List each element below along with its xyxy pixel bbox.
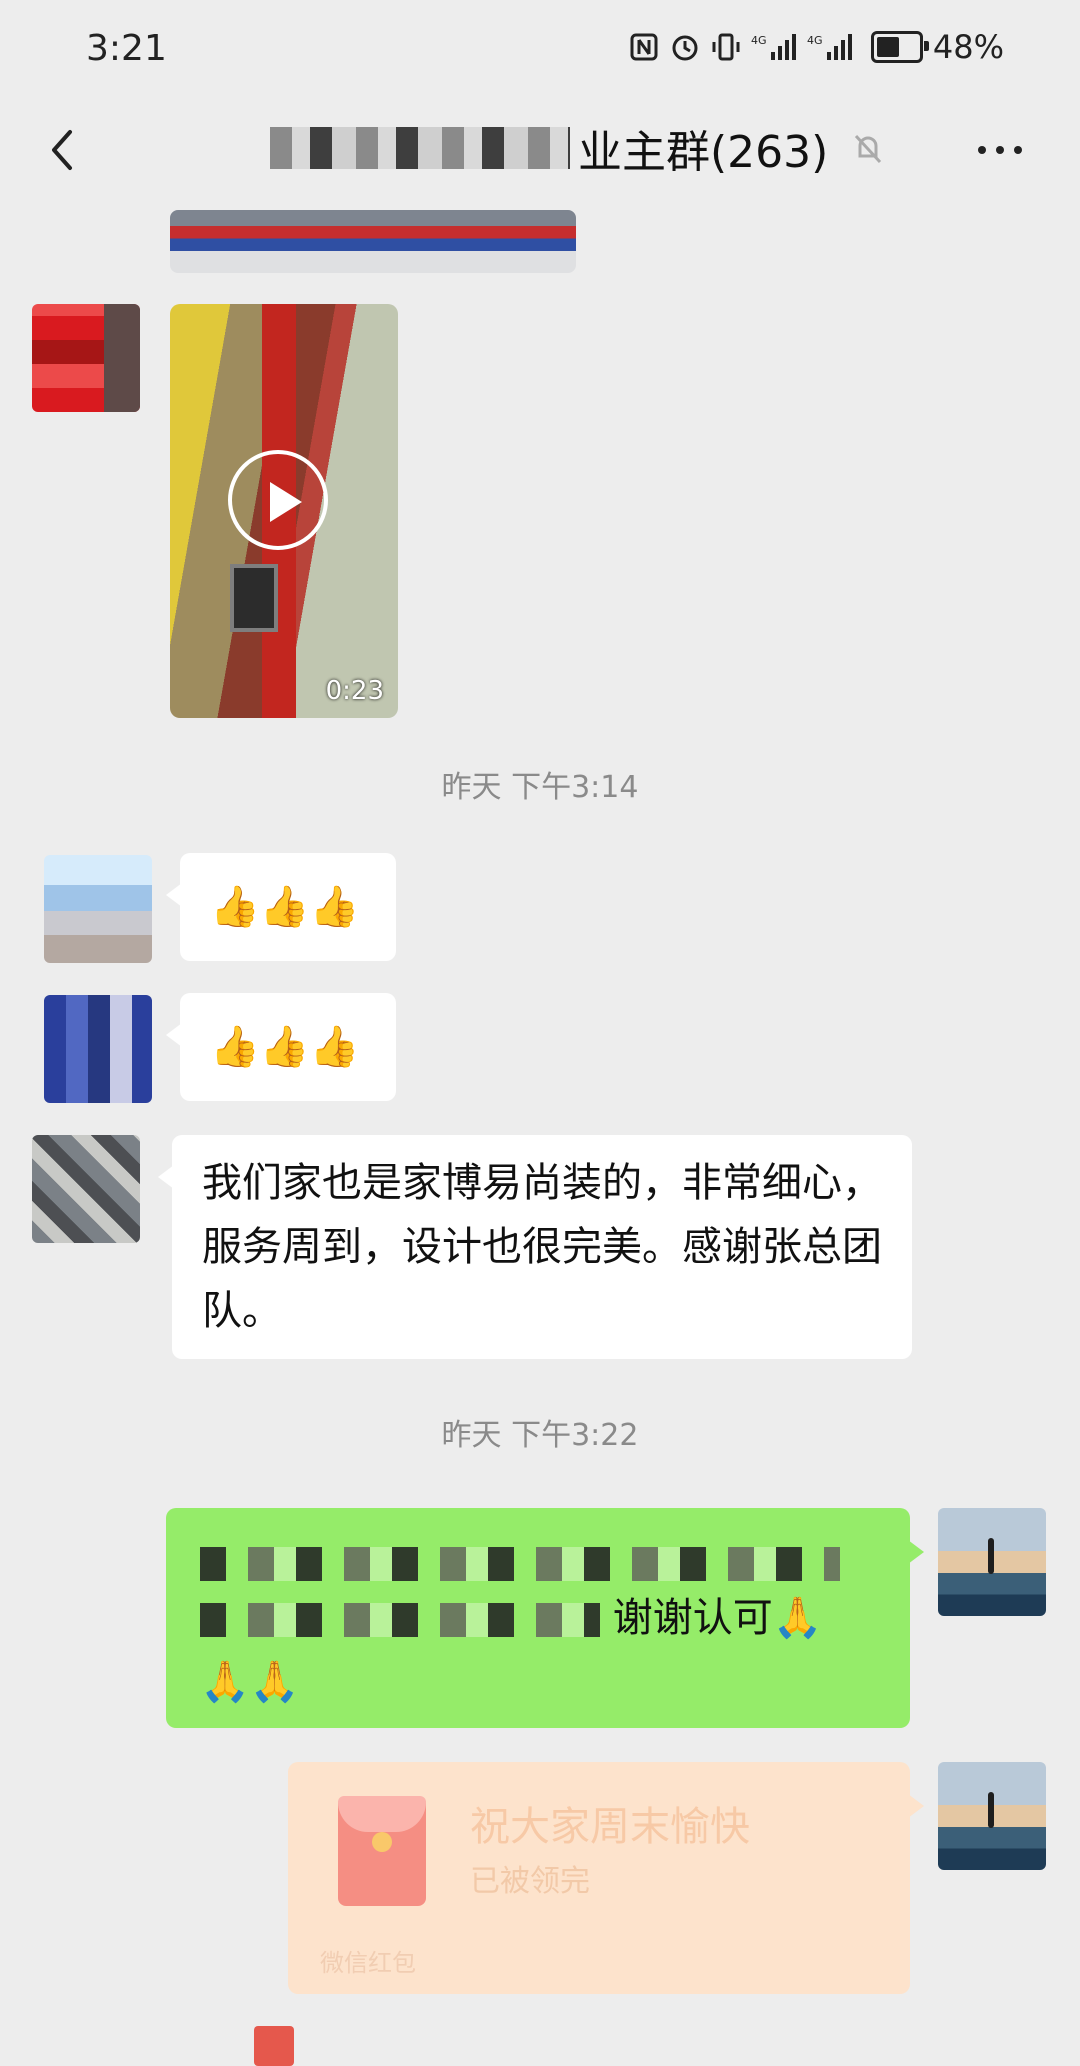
more-icon[interactable] (970, 120, 1030, 180)
avatar[interactable] (44, 855, 152, 963)
timestamp: 昨天 下午3:22 (441, 1418, 639, 1453)
red-packet-footer: 微信红包 (320, 1949, 416, 1977)
my-avatar[interactable] (938, 1762, 1046, 1870)
status-bar: 3:21 4G 4G 48% (0, 0, 1080, 100)
group-title: 业主群(263) (270, 116, 888, 180)
red-packet-title: 祝大家周末愉快 (470, 1804, 750, 1850)
mute-bell-icon (855, 134, 882, 164)
redacted-title (270, 127, 570, 169)
status-time: 3:21 (86, 28, 167, 69)
red-packet-status: 已被领完 (470, 1864, 590, 1899)
red-packet-icon (254, 2026, 294, 2066)
avatar[interactable] (32, 1135, 140, 1243)
message-text: 🙏🙏 (200, 1659, 300, 1705)
red-packet-message[interactable]: 祝大家周末愉快 已被领完 微信红包 (288, 1762, 924, 1994)
my-avatar[interactable] (938, 1508, 1046, 1616)
redacted-line (200, 1547, 840, 1581)
svg-text:4G: 4G (751, 34, 767, 47)
message-bubble[interactable]: 👍👍👍 (166, 853, 396, 961)
message-bubble[interactable]: 我们家也是家博易尚装的，非常细心，服务周到，设计也很完美。感谢张总团队。 (158, 1135, 912, 1359)
video-thumbnail-partial[interactable] (170, 210, 576, 273)
signal-icon: 4G (807, 34, 852, 60)
group-title-text: 业主群(263) (578, 127, 829, 178)
timestamp: 昨天 下午3:14 (441, 770, 639, 805)
battery-icon (870, 31, 929, 63)
avatar[interactable] (44, 995, 152, 1103)
svg-text:4G: 4G (807, 34, 823, 47)
my-message-bubble[interactable]: 谢谢认可🙏 🙏🙏 (166, 1508, 924, 1728)
battery-percent: 48% (932, 28, 1004, 66)
message-bubble[interactable]: 👍👍👍 (166, 993, 396, 1101)
alarm-icon (672, 35, 698, 61)
my-message-line: 谢谢认可🙏 (200, 1584, 823, 1652)
red-packet-icon (338, 1796, 426, 1906)
play-icon[interactable] (228, 450, 328, 550)
message-text: 谢谢认可🙏 (612, 1595, 823, 1641)
video-message[interactable]: 0:23 (170, 304, 398, 718)
message-text: 👍👍👍 (210, 884, 360, 930)
message-text: 👍👍👍 (210, 1024, 360, 1070)
signal-icon: 4G (751, 34, 796, 60)
avatar[interactable] (32, 304, 140, 412)
back-icon[interactable] (36, 120, 96, 180)
message-text: 我们家也是家博易尚装的，非常细心，服务周到，设计也很完美。感谢张总团队。 (202, 1160, 882, 1334)
system-message-partial (0, 2014, 1080, 2066)
status-icons: 4G 4G 48% (629, 28, 1004, 66)
vibrate-icon (712, 33, 740, 61)
chat-header: 业主群(263) (0, 100, 1080, 210)
video-duration: 0:23 (325, 676, 384, 706)
nfc-icon (630, 33, 658, 61)
chat-messages: 0:23 昨天 下午3:14 👍👍👍 👍👍👍 我们家也是家博易尚装的，非常细心，… (0, 210, 1080, 2066)
redacted-line (200, 1603, 600, 1637)
